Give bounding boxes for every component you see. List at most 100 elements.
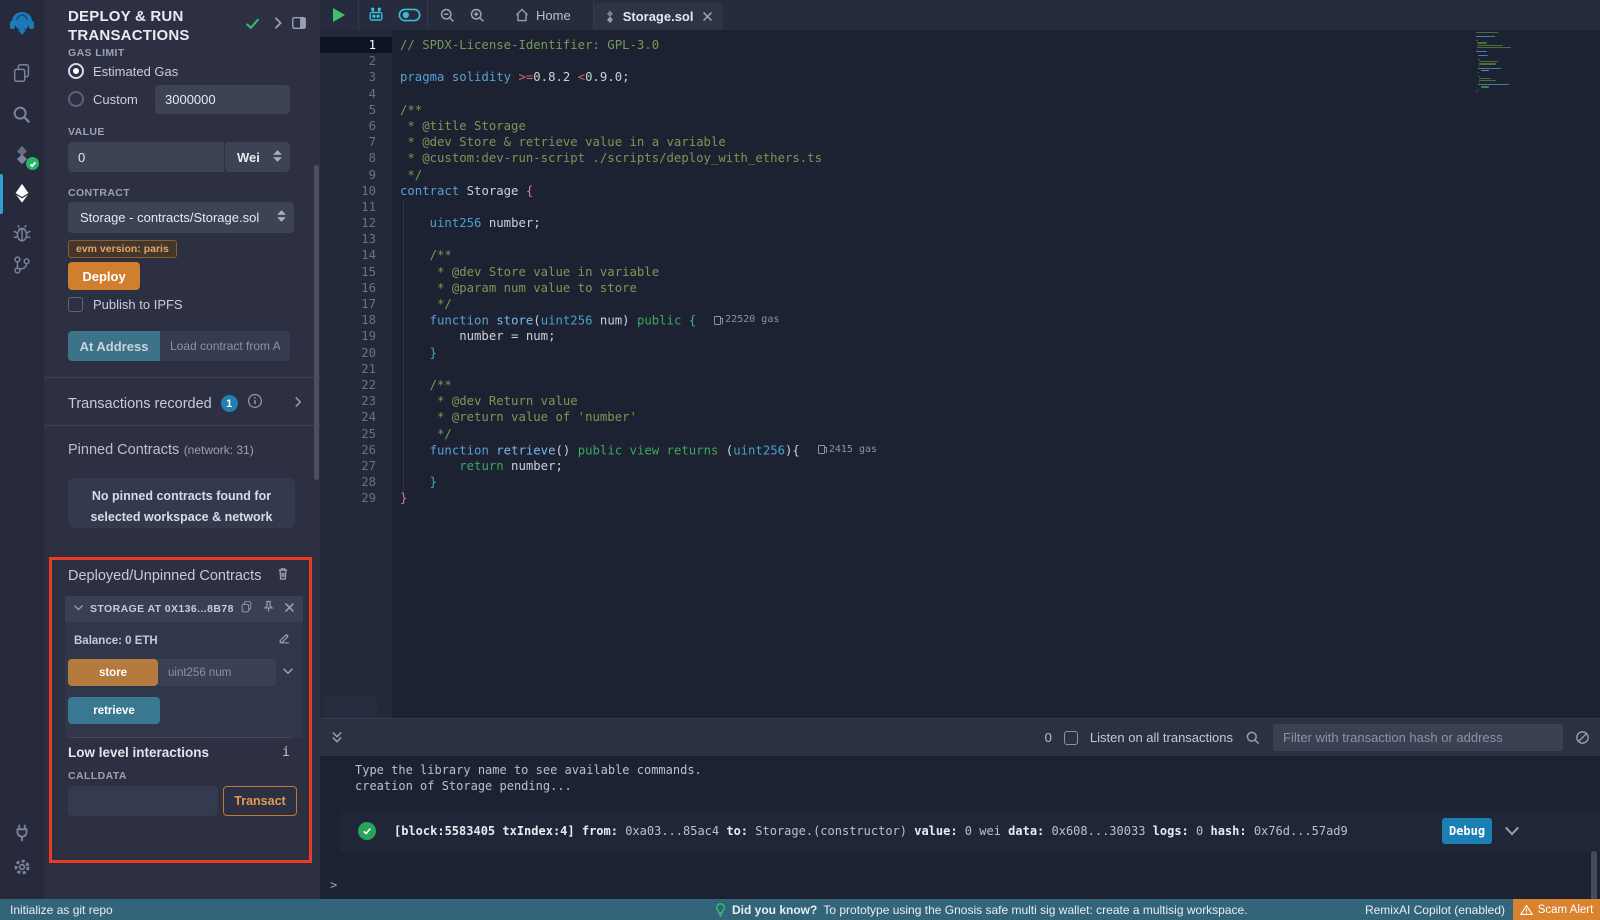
tab-storage-sol[interactable]: Storage.sol xyxy=(594,3,724,30)
pin-contract-icon[interactable] xyxy=(262,600,275,618)
code-line[interactable]: 16 * @param num value to store xyxy=(320,280,1600,296)
estimated-gas-radio[interactable] xyxy=(68,63,84,79)
code-line[interactable]: 10contract Storage { xyxy=(320,183,1600,199)
transact-button[interactable]: Transact xyxy=(223,786,297,816)
remix-logo[interactable] xyxy=(0,4,44,42)
clear-console-icon[interactable] xyxy=(1575,730,1590,745)
warning-triangle-icon xyxy=(1520,904,1533,916)
contract-select-value: Storage - contracts/Storage.sol xyxy=(80,210,277,225)
code-line[interactable]: 6 * @title Storage xyxy=(320,118,1600,134)
code-line[interactable]: 15 * @dev Store value in variable xyxy=(320,264,1600,280)
code-line[interactable]: 8 * @custom:dev-run-script ./scripts/dep… xyxy=(320,150,1600,166)
scam-alert-button[interactable]: Scam Alert xyxy=(1513,899,1600,920)
environment-ok-icon[interactable] xyxy=(244,15,261,37)
terminal-scrollbar[interactable] xyxy=(1591,851,1597,906)
pin-panel-icon[interactable] xyxy=(291,15,307,36)
value-unit-select[interactable]: Wei xyxy=(225,142,290,172)
deployed-contract-header[interactable]: STORAGE AT 0X136...8B78 xyxy=(65,596,303,622)
code-line[interactable]: 12 uint256 number; xyxy=(320,215,1600,231)
run-script-icon[interactable] xyxy=(320,8,358,22)
code-line[interactable]: 5/** xyxy=(320,102,1600,118)
code-line[interactable]: 19 number = num; xyxy=(320,328,1600,344)
low-level-info-icon[interactable]: i xyxy=(282,745,290,760)
code-line[interactable]: 3pragma solidity >=0.8.2 <0.9.0; xyxy=(320,69,1600,85)
code-line[interactable]: 17 */ xyxy=(320,296,1600,312)
tx-filter-input[interactable] xyxy=(1273,724,1563,751)
terminal-search-icon[interactable] xyxy=(1245,730,1261,746)
ai-copilot-robot-icon[interactable] xyxy=(359,5,393,25)
code-line[interactable]: 14 /** xyxy=(320,247,1600,263)
terminal-prompt[interactable]: > xyxy=(330,878,337,892)
info-icon[interactable] xyxy=(247,393,263,414)
code-line[interactable]: 24 * @return value of 'number' xyxy=(320,409,1600,425)
plugin-manager-icon[interactable] xyxy=(0,816,44,850)
low-level-title: Low level interactions xyxy=(68,745,209,760)
zoom-out-icon[interactable] xyxy=(432,7,462,24)
code-line[interactable]: 13 xyxy=(320,231,1600,247)
custom-gas-radio[interactable] xyxy=(68,91,84,107)
terminal-panel: 0 Listen on all transactions Type the li… xyxy=(320,718,1600,899)
custom-gas-input[interactable] xyxy=(155,85,290,114)
contract-select[interactable]: Storage - contracts/Storage.sol xyxy=(68,202,294,233)
close-contract-icon[interactable] xyxy=(284,600,295,618)
code-line[interactable]: 9 */ xyxy=(320,167,1600,183)
at-address-input[interactable] xyxy=(160,331,290,361)
code-line[interactable]: 29} xyxy=(320,490,1600,506)
pinned-network-label: (network: 31) xyxy=(184,443,254,457)
code-line[interactable]: 20 } xyxy=(320,345,1600,361)
collapse-terminal-icon[interactable] xyxy=(330,730,344,745)
listen-all-checkbox[interactable] xyxy=(1064,731,1078,745)
debug-button[interactable]: Debug xyxy=(1442,818,1492,844)
deploy-run-icon[interactable] xyxy=(0,176,44,210)
home-tab[interactable]: Home xyxy=(514,7,571,23)
terminal-output[interactable]: Type the library name to see available c… xyxy=(320,756,1600,900)
code-line[interactable]: 18 function store(uint256 num) public {2… xyxy=(320,312,1600,328)
code-line[interactable]: 26 function retrieve() public view retur… xyxy=(320,442,1600,458)
edit-balance-icon[interactable] xyxy=(278,632,291,650)
copilot-status[interactable]: RemixAI Copilot (enabled) xyxy=(1365,903,1505,917)
code-line[interactable]: 27 return number; xyxy=(320,458,1600,474)
debugger-icon[interactable] xyxy=(0,216,44,250)
editor-region: Home Storage.sol 1// SPDX-License-Identi… xyxy=(320,0,1600,899)
close-tab-icon[interactable] xyxy=(702,11,713,22)
code-line[interactable]: 11 xyxy=(320,199,1600,215)
status-bar: Initialize as git repo Did you know? To … xyxy=(0,899,1600,920)
code-line[interactable]: 1// SPDX-License-Identifier: GPL-3.0 xyxy=(320,37,1600,53)
editor-minimap[interactable] xyxy=(1476,32,1537,93)
zoom-in-icon[interactable] xyxy=(462,7,492,24)
chevron-right-icon[interactable] xyxy=(292,395,304,413)
trash-icon[interactable] xyxy=(276,566,290,586)
calldata-input[interactable] xyxy=(68,786,218,816)
expand-tx-icon[interactable] xyxy=(1504,825,1520,837)
code-line[interactable]: 2 xyxy=(320,53,1600,69)
code-line[interactable]: 25 */ xyxy=(320,426,1600,442)
deploy-button[interactable]: Deploy xyxy=(68,262,140,290)
code-line[interactable]: 23 * @dev Return value xyxy=(320,393,1600,409)
transaction-row[interactable]: [block:5583405 txIndex:4] from: 0xa03...… xyxy=(340,810,1600,852)
copy-address-icon[interactable] xyxy=(240,600,253,618)
solidity-compiler-icon[interactable] xyxy=(0,138,44,172)
code-line[interactable]: 22 /** xyxy=(320,377,1600,393)
chevron-right-icon[interactable] xyxy=(271,16,285,35)
chevron-down-icon[interactable] xyxy=(73,600,84,618)
search-icon[interactable] xyxy=(0,98,44,132)
code-editor[interactable]: 1// SPDX-License-Identifier: GPL-3.023pr… xyxy=(320,30,1600,718)
copilot-toggle-icon[interactable] xyxy=(393,7,427,23)
code-line[interactable]: 7 * @dev Store & retrieve value in a var… xyxy=(320,134,1600,150)
file-explorer-icon[interactable] xyxy=(0,56,44,90)
panel-scrollbar[interactable] xyxy=(314,165,319,480)
store-function-button[interactable]: store xyxy=(68,659,158,686)
code-line[interactable]: 28 } xyxy=(320,474,1600,490)
expand-args-icon[interactable] xyxy=(282,664,294,682)
retrieve-function-button[interactable]: retrieve xyxy=(68,697,160,724)
git-icon[interactable] xyxy=(0,248,44,282)
git-init-button[interactable]: Initialize as git repo xyxy=(10,903,113,917)
value-input[interactable] xyxy=(68,142,224,172)
settings-icon[interactable] xyxy=(0,850,44,884)
at-address-button[interactable]: At Address xyxy=(68,331,160,361)
code-line[interactable]: 21 xyxy=(320,361,1600,377)
store-argument-input[interactable] xyxy=(158,659,276,686)
code-line[interactable]: 4 xyxy=(320,86,1600,102)
deployed-contract-body: Balance: 0 ETH store retrieve xyxy=(65,622,303,738)
publish-ipfs-checkbox[interactable] xyxy=(68,297,83,312)
